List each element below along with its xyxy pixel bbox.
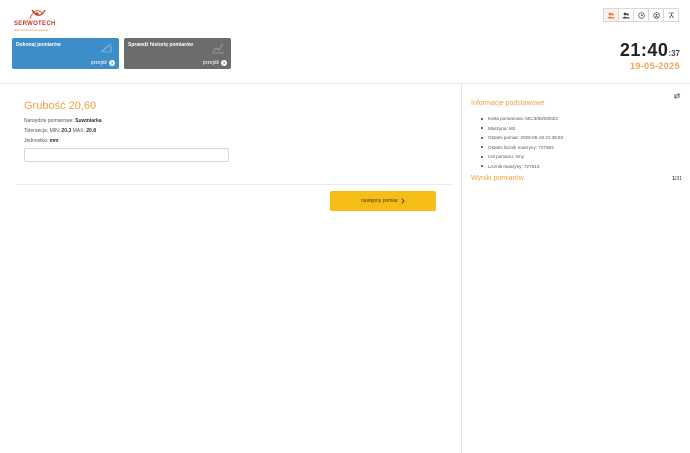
form-divider: [16, 184, 454, 185]
clock-icon[interactable]: [633, 8, 649, 22]
clock: 21:40:37 19-05-2025: [620, 41, 680, 71]
measurement-unit: Jednostka: mm: [24, 138, 58, 144]
results-count: 1/31: [672, 176, 682, 182]
results-title[interactable]: Wyniki pomiarów: [471, 175, 524, 182]
tolerance-min-value: 20.3: [61, 128, 72, 134]
info-list: Karta pomiarowa: MC/3/80/0003/2 Maszyna:…: [481, 114, 563, 171]
next-measurement-label: następny pomiar: [361, 198, 398, 204]
ruler-icon: [100, 43, 112, 53]
top-toolbar: [603, 8, 679, 22]
history-card[interactable]: Sprawdź historię pomiarów przejdź: [124, 38, 231, 69]
history-card-title: Sprawdź historię pomiarów: [128, 42, 194, 48]
clock-seconds: :37: [668, 49, 680, 58]
list-item: Ostatni licznik maszyny: 727563: [481, 143, 563, 153]
logout-icon[interactable]: [663, 8, 679, 22]
measure-card-title: Dokonaj pomiarów: [16, 42, 61, 48]
measure-card[interactable]: Dokonaj pomiarów przejdź: [12, 38, 119, 69]
measurement-title: Grubość 20,60: [24, 100, 97, 112]
arrow-right-icon: [221, 60, 227, 66]
chevron-right-icon: [401, 198, 405, 204]
tolerance-max-value: 20.8: [86, 128, 96, 134]
results-total: /31: [675, 176, 682, 182]
list-item: Cel pomiaru: Inny: [481, 152, 563, 162]
measure-card-link[interactable]: przejdź: [91, 60, 115, 66]
tolerance-min-label: Tolerancja: MIN:: [24, 128, 61, 134]
header-divider: [0, 83, 690, 84]
unit-label: Jednostka:: [24, 138, 49, 144]
list-item: Karta pomiarowa: MC/3/80/0003/2: [481, 114, 563, 124]
measurement-tool: Narzędzie pomiarowe: Suwmiarka: [24, 118, 102, 124]
next-measurement-button[interactable]: następny pomiar: [330, 191, 436, 211]
history-card-link-label: przejdź: [202, 60, 219, 66]
logo-brand: SERWOTECH: [14, 21, 56, 27]
clock-time: 21:40: [619, 40, 669, 60]
logo[interactable]: SERWOTECH automatyka przemysłowa: [14, 6, 66, 32]
info-title: Informacje podstawowe: [471, 100, 545, 107]
users-icon[interactable]: [603, 8, 619, 22]
chart-icon: [212, 43, 224, 54]
user-circle-icon[interactable]: [648, 8, 664, 22]
arrow-right-icon: [109, 60, 115, 66]
list-item: Maszyna: M2: [481, 124, 563, 134]
history-card-link[interactable]: przejdź: [203, 60, 227, 66]
clock-date: 19-05-2025: [629, 61, 680, 71]
refresh-icon[interactable]: [673, 92, 681, 100]
logo-mark-icon: [29, 9, 46, 20]
measurement-tool-label: Narzędzie pomiarowe:: [24, 118, 74, 124]
group-icon[interactable]: [618, 8, 634, 22]
measurement-tool-value: Suwmiarka: [75, 118, 102, 124]
tolerance-max-label: MAX:: [72, 128, 85, 134]
list-item: Ostatni pomiar: 2025-05-19 21:38:53: [481, 133, 563, 143]
list-item: Licznik maszyny: 727613: [481, 162, 563, 172]
logo-tagline: automatyka przemysłowa: [14, 28, 48, 32]
measurement-tolerance: Tolerancja: MIN: 20.3 MAX: 20.8: [24, 128, 96, 134]
panel-divider: [461, 84, 462, 453]
measurement-input[interactable]: [24, 148, 229, 162]
app-root: SERWOTECH automatyka przemysłowa Dokonaj…: [0, 0, 690, 453]
measure-card-link-label: przejdź: [90, 60, 107, 66]
unit-value: mm: [49, 138, 59, 144]
